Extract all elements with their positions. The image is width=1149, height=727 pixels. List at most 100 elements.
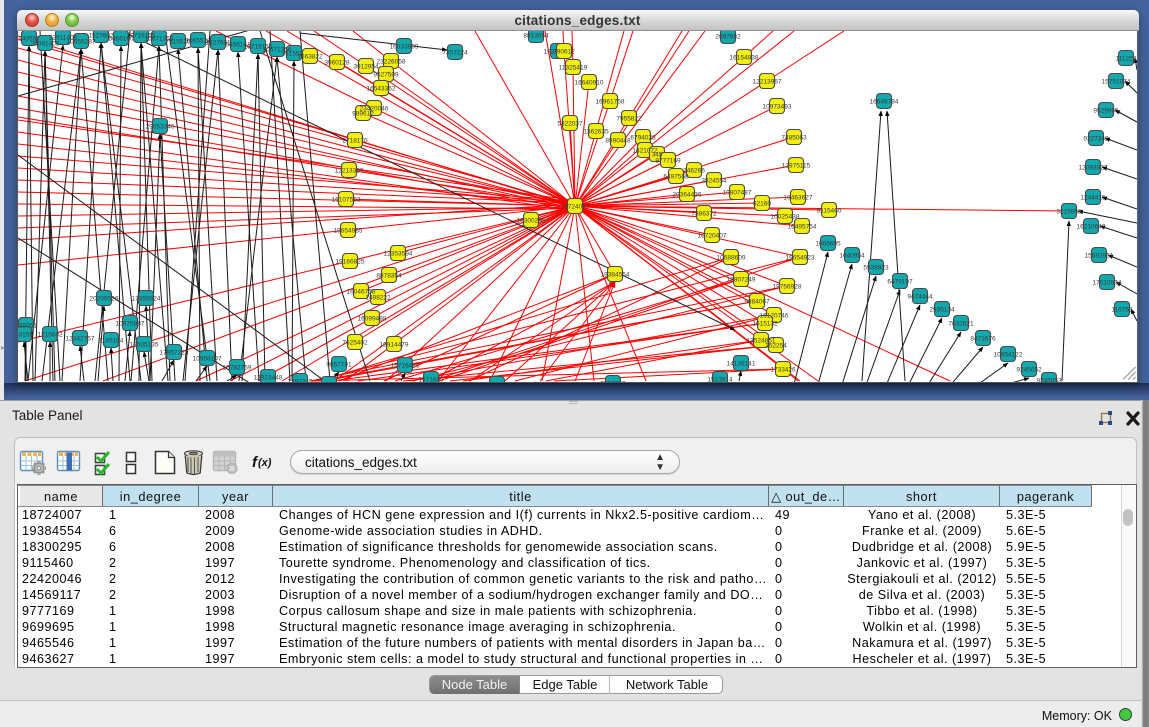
svg-text:7485063: 7485063 [781,135,807,142]
svg-text:12213389: 12213389 [335,168,364,175]
svg-text:12505135: 12505135 [130,342,159,349]
svg-text:10958107: 10958107 [193,356,222,363]
svg-text:18724007: 18724007 [561,204,590,211]
svg-text:890612: 890612 [553,49,575,56]
svg-text:6794028: 6794028 [630,135,656,142]
svg-text:16154838: 16154838 [730,55,759,62]
svg-text:7663822: 7663822 [297,54,323,61]
svg-text:5322037: 5322037 [557,121,583,128]
svg-text:10654122: 10654122 [994,352,1023,359]
svg-text:15692951: 15692951 [1085,253,1114,260]
svg-text:20091406: 20091406 [31,41,60,48]
svg-text:16495754: 16495754 [788,224,817,231]
svg-text:15716485: 15716485 [391,363,420,370]
svg-text:19166825: 19166825 [336,259,365,266]
svg-text:1571649: 1571649 [418,377,444,383]
svg-text:2718170: 2718170 [342,138,368,145]
svg-text:18300295: 18300295 [517,218,546,225]
svg-text:1292346: 1292346 [316,382,342,383]
svg-text:3824554: 3824554 [701,178,727,185]
svg-text:111224: 111224 [1116,56,1137,63]
svg-text:16914479: 16914479 [380,342,409,349]
svg-text:7632621: 7632621 [948,321,974,328]
svg-text:989612: 989612 [352,111,374,118]
svg-text:12923448: 12923448 [254,375,283,382]
svg-text:2087682: 2087682 [715,34,741,41]
svg-text:9777169: 9777169 [655,158,681,165]
svg-text:3960128: 3960128 [324,60,350,67]
svg-text:16210643: 16210643 [1077,224,1106,231]
svg-text:20206526: 20206526 [90,296,119,303]
svg-text:7625402: 7625402 [342,340,368,347]
svg-text:19654923: 19654923 [786,255,815,262]
svg-text:9245052: 9245052 [1016,367,1042,374]
svg-text:20364436: 20364436 [673,192,702,199]
svg-text:16961758: 16961758 [596,99,625,106]
svg-text:5938923: 5938923 [863,265,889,272]
svg-text:252254: 252254 [765,343,787,350]
svg-text:10973493: 10973493 [763,104,792,111]
svg-text:6479197: 6479197 [887,279,913,286]
svg-text:7357224: 7357224 [442,50,468,57]
svg-text:7955822: 7955822 [616,116,642,123]
svg-text:10975887: 10975887 [116,321,145,328]
svg-text:9884067: 9884067 [744,299,770,306]
svg-text:16720407: 16720407 [698,233,727,240]
svg-text:16120746: 16120746 [760,313,789,320]
svg-text:8878354: 8878354 [376,273,402,280]
svg-text:7386372: 7386372 [691,211,717,218]
svg-text:10655287: 10655287 [67,39,96,46]
svg-text:1498222: 1498222 [365,295,391,302]
svg-text:8990448: 8990448 [605,138,631,145]
svg-text:1145194: 1145194 [99,338,124,345]
svg-text:9857791: 9857791 [326,362,352,369]
svg-text:9474444: 9474444 [907,294,933,301]
svg-text:9529965: 9529965 [1093,108,1119,115]
svg-text:16099488: 16099488 [358,316,387,323]
svg-text:93155: 93155 [18,332,33,339]
svg-text:29053346: 29053346 [146,124,175,131]
svg-text:16033809: 16033809 [390,44,419,51]
svg-text:14139141: 14139141 [727,361,756,368]
svg-text:23226058: 23226058 [377,59,406,66]
svg-text:1640954: 1640954 [839,253,865,260]
svg-text:1733426: 1733426 [770,367,796,374]
svg-text:116753: 116753 [1111,307,1133,314]
svg-text:12342757: 12342757 [66,336,95,343]
svg-text:10025438: 10025438 [771,214,800,221]
svg-text:16782759: 16782759 [223,365,252,372]
svg-text:3215958: 3215958 [1056,209,1082,216]
svg-text:1615132: 1615132 [752,321,778,328]
svg-text:3912954: 3912954 [353,64,379,71]
svg-text:1292345: 1292345 [287,379,313,383]
svg-text:62160: 62160 [753,201,771,208]
svg-text:1215682: 1215682 [37,332,63,339]
svg-text:9227342: 9227342 [1083,136,1109,143]
svg-text:9527509: 9527509 [373,72,399,79]
svg-text:18807249: 18807249 [727,277,756,284]
svg-text:16543362: 16543362 [367,86,396,93]
svg-text:16640910: 16640910 [575,80,604,87]
svg-text:11325419: 11325419 [559,65,588,72]
svg-text:12923449: 12923449 [483,382,512,383]
svg-text:15751074: 15751074 [1102,79,1131,86]
svg-text:9245053: 9245053 [1036,378,1062,383]
svg-text:16107553: 16107553 [332,197,361,204]
svg-text:(x): (x) [258,457,272,469]
svg-text:19654985: 19654985 [334,228,363,235]
svg-text:1362635: 1362635 [583,129,609,136]
svg-text:1244415: 1244415 [1080,195,1106,202]
svg-text:17359924: 17359924 [132,296,161,303]
svg-text:9115460: 9115460 [817,208,842,215]
svg-text:12093827: 12093827 [1079,165,1108,172]
svg-text:19384554: 19384554 [601,272,630,279]
svg-text:17957223: 17957223 [160,350,189,357]
svg-text:10688609: 10688609 [717,255,746,262]
svg-text:19463627: 19463627 [784,195,813,202]
svg-text:10807487: 10807487 [723,190,752,197]
svg-text:8813054: 8813054 [523,33,549,40]
svg-text:8471676: 8471676 [970,336,996,343]
svg-text:17010504: 17010504 [1093,280,1122,287]
svg-text:19756928: 19756928 [773,284,802,291]
svg-text:1513914: 1513914 [707,377,733,383]
